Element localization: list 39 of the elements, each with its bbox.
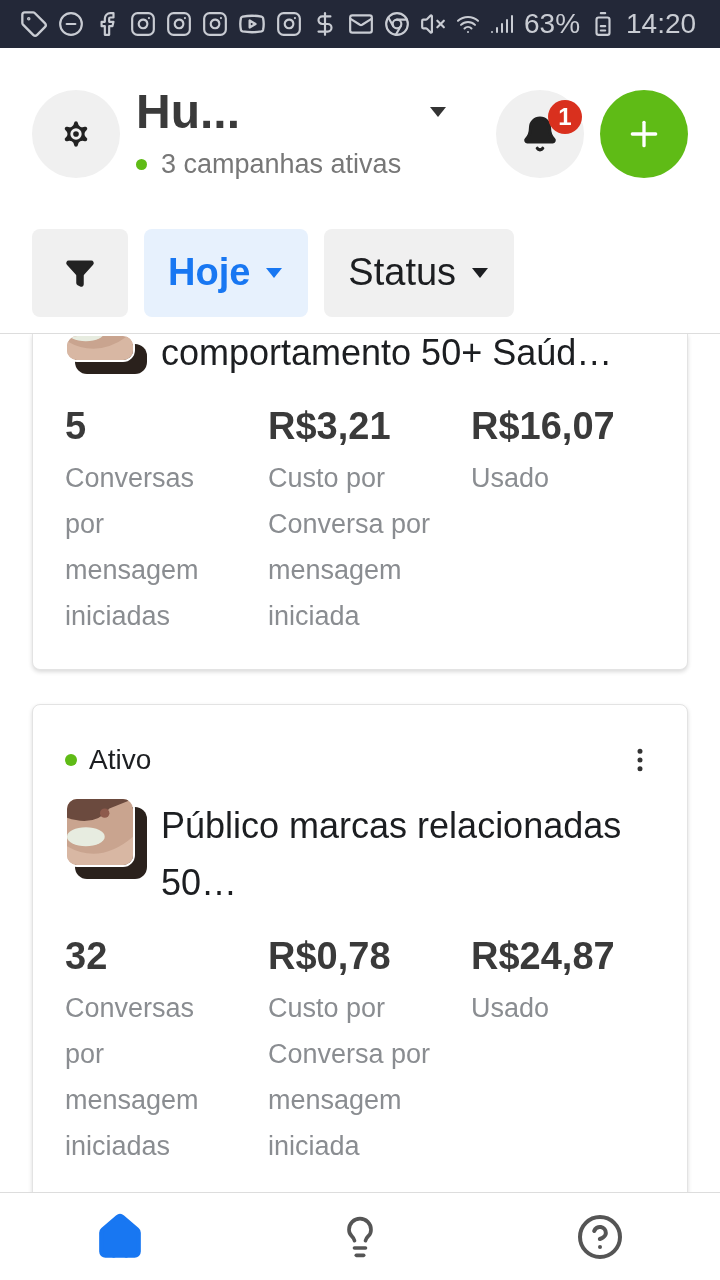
campaign-title: comportamento 50+ Saúd… bbox=[161, 333, 614, 375]
campaign-card[interactable]: Ativo Público marcas relacionadas 50… 32 Conversas por mensagem iniciadas R$0,78 Custo por Conversa por mensagem iniciada R$24,87 Usado bbox=[32, 703, 688, 1192]
metric-value: 32 bbox=[65, 933, 109, 979]
metric-label: Usado bbox=[471, 991, 551, 1025]
metric-label: Conversas por mensagem iniciadas bbox=[65, 991, 200, 1163]
metric-value: R$3,21 bbox=[268, 403, 392, 449]
caret-icon bbox=[470, 266, 491, 279]
active-campaigns-text: 3 campanhas ativas bbox=[161, 148, 402, 181]
mail-icon bbox=[348, 11, 374, 37]
signal-icon bbox=[490, 12, 514, 36]
instagram-icon bbox=[130, 11, 156, 37]
filter-button[interactable] bbox=[32, 228, 128, 317]
metric-label: Custo por Conversa por mensagem iniciada bbox=[268, 991, 432, 1163]
filter-dropdown[interactable]: Hoje bbox=[144, 228, 309, 317]
metric-value: 5 bbox=[65, 403, 88, 449]
instagram-icon bbox=[166, 11, 192, 37]
metric-label: Usado bbox=[471, 461, 551, 495]
status-label: Ativo bbox=[89, 742, 152, 777]
campaign-title: Público marcas relacionadas 50… bbox=[161, 803, 623, 905]
metric-label: Custo por Conversa por mensagem iniciada bbox=[268, 461, 432, 633]
caret-icon bbox=[264, 266, 285, 279]
metric-label: Conversas por mensagem iniciadas bbox=[65, 461, 200, 633]
tag-icon bbox=[20, 10, 48, 38]
clock: 14:20 bbox=[626, 7, 697, 41]
instagram-icon bbox=[202, 11, 228, 37]
metric-value: R$0,78 bbox=[268, 933, 392, 979]
campaign-card[interactable]: comportamento 50+ Saúd… 5 Conversas por mensagem iniciadas R$3,21 Custo por Conversa por mensagem iniciada R$16,07 Usado bbox=[32, 333, 688, 670]
caret-icon bbox=[428, 106, 448, 118]
metric-value: R$24,87 bbox=[471, 933, 616, 979]
instagram-icon bbox=[276, 11, 302, 37]
mute-icon bbox=[420, 11, 446, 37]
metric-value: R$16,07 bbox=[471, 403, 616, 449]
filter-dropdown[interactable]: Status bbox=[324, 228, 515, 317]
chrome-icon bbox=[384, 11, 410, 37]
minus-circle-icon bbox=[58, 11, 84, 37]
battery-percent: 63% bbox=[524, 7, 581, 41]
help-icon[interactable] bbox=[576, 1212, 624, 1261]
account-name[interactable]: Hu... bbox=[136, 84, 240, 140]
bell-icon bbox=[521, 115, 559, 154]
